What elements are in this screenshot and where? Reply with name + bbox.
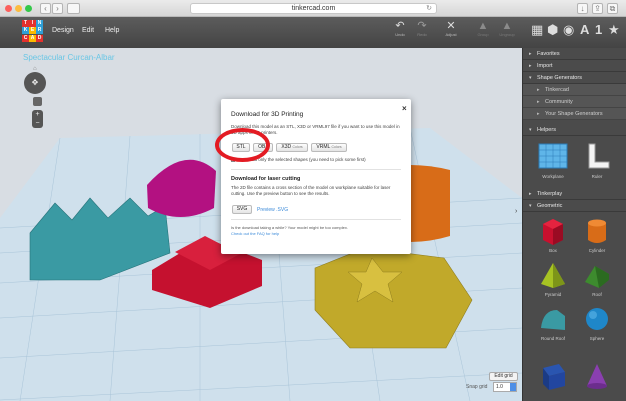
logo-tile: E (29, 27, 36, 35)
ungroup-icon: ▲ (501, 20, 513, 32)
menu-edit[interactable]: Edit (82, 27, 94, 34)
logo-tile: N (36, 20, 43, 27)
shape-cone[interactable] (577, 358, 617, 398)
roof-icon (585, 266, 609, 288)
close-icon[interactable]: × (402, 104, 407, 113)
download-vrml-button[interactable]: VRML Colors (311, 143, 347, 152)
panel-section-tinkerplay[interactable]: ▸ Tinkerplay (523, 188, 626, 200)
address-bar[interactable]: tinkercad.com ↻ (190, 3, 437, 14)
grid-view-icon[interactable]: ▦ (531, 22, 543, 38)
laser-cutting-text: The 2D file contains a cross section of … (231, 185, 391, 196)
components-view-icon[interactable]: ◉ (563, 22, 574, 38)
logo-tile: K (22, 27, 29, 35)
group-icon: ▲ (477, 20, 489, 32)
undo-icon: ↶ (395, 20, 405, 32)
helper-workplane[interactable]: Workplane (533, 140, 573, 180)
panel-section-favorites[interactable]: ▸ Favorites (523, 48, 626, 60)
zoom-window-button[interactable] (25, 5, 32, 12)
download-dialog: Download for 3D Printing × Download this… (221, 99, 411, 254)
logo-tile: C (22, 34, 29, 42)
logo-tile: D (36, 34, 43, 42)
fit-view-button[interactable] (33, 97, 42, 106)
share-icon[interactable]: ⇪ (592, 3, 603, 14)
box-icon (543, 219, 563, 245)
url-text: tinkercad.com (291, 5, 336, 12)
edit-grid-button[interactable]: Edit grid (489, 372, 518, 381)
snap-grid-label: Snap grid (466, 384, 488, 390)
dialog-divider-bottom (231, 219, 401, 220)
zoom-control[interactable]: + − (32, 110, 43, 128)
laser-cutting-heading: Download for laser cutting (231, 176, 301, 182)
cylinder-icon (588, 219, 606, 243)
minimize-window-button[interactable] (15, 5, 22, 12)
undo-button[interactable]: ↶ Undo (389, 20, 411, 37)
annotation-highlight-circle (215, 128, 270, 162)
workplane-icon (538, 143, 568, 169)
dialog-divider (231, 169, 401, 170)
shape-round-roof[interactable]: Round Roof (533, 302, 573, 342)
cube-icon (543, 364, 565, 390)
forward-button[interactable]: › (52, 3, 63, 14)
dialog-note: Is the download taking a while? Your mod… (231, 225, 348, 230)
pyramid-icon (541, 263, 565, 288)
shapes-panel: ▸ Favorites ▸ Import ▾ Shape Generators ▸ Ti… (522, 48, 626, 401)
helper-ruler[interactable]: Ruler (577, 140, 617, 180)
dialog-title: Download for 3D Printing (231, 111, 304, 118)
number-view-icon[interactable]: 1 (595, 22, 602, 37)
round-roof-icon (541, 310, 565, 330)
generator-item-community[interactable]: ▸ Community (523, 96, 626, 108)
browser-toolbar: ‹ › tinkercad.com ↻ ↓ ⇪ ⧉ (0, 0, 626, 17)
adjust-icon: ✕ (446, 20, 456, 32)
zoom-in-icon[interactable]: + (32, 110, 43, 119)
panel-section-helpers[interactable]: ▾ Helpers (523, 124, 626, 136)
shape-cylinder[interactable]: Cylinder (577, 214, 617, 254)
snap-grid-select[interactable]: 1.0 (493, 382, 517, 392)
generator-item-tinkercad[interactable]: ▸ Tinkercad (523, 84, 626, 96)
ruler-icon (588, 143, 610, 169)
menu-design[interactable]: Design (52, 27, 74, 34)
back-button[interactable]: ‹ (40, 3, 51, 14)
tinkercad-logo[interactable]: TINKERCAD (22, 20, 44, 42)
ungroup-button[interactable]: ▲ Ungroup (496, 20, 518, 37)
project-title[interactable]: Spectacular Curcan-Albar (23, 53, 115, 62)
group-button[interactable]: ▲ Group (472, 20, 494, 37)
shape-roof[interactable]: Roof (577, 258, 617, 298)
shapes-view-icon[interactable]: ⬢ (547, 22, 558, 38)
panel-section-shape-generators[interactable]: ▾ Shape Generators (523, 72, 626, 84)
star-view-icon[interactable]: ★ (608, 22, 620, 38)
shape-cube-blue[interactable] (533, 358, 573, 398)
download-icon[interactable]: ↓ (577, 3, 588, 14)
generator-item-your-shape-generators[interactable]: ▸ Your Shape Generators (523, 108, 626, 120)
sidebar-toggle-icon[interactable] (67, 3, 80, 14)
close-window-button[interactable] (5, 5, 12, 12)
orbit-control-icon[interactable]: ✥ (24, 72, 46, 94)
logo-tile: I (29, 20, 36, 27)
sphere-icon (586, 308, 608, 330)
text-view-icon[interactable]: A (580, 22, 589, 37)
dropdown-arrow-icon (510, 383, 516, 391)
shape-pyramid[interactable]: Pyramid (533, 258, 573, 298)
redo-icon: ↷ (417, 20, 427, 32)
logo-tile: T (22, 20, 29, 27)
redo-button[interactable]: ↷ Redo (411, 20, 433, 37)
shape-box[interactable]: Box (533, 214, 573, 254)
download-svg-button[interactable]: SVG (232, 205, 252, 214)
download-x3d-button[interactable]: X3D Colors (276, 143, 308, 152)
panel-section-import[interactable]: ▸ Import (523, 60, 626, 72)
panel-section-geometric[interactable]: ▾ Geometric (523, 200, 626, 212)
faq-link[interactable]: Check out the FAQ for help (231, 231, 279, 236)
logo-tile: A (29, 34, 36, 42)
zoom-out-icon[interactable]: − (32, 119, 43, 128)
menu-help[interactable]: Help (105, 27, 119, 34)
preview-svg-link[interactable]: Preview .SVG (257, 207, 288, 213)
tabs-icon[interactable]: ⧉ (607, 3, 618, 14)
cone-icon (587, 364, 607, 389)
logo-tile: R (36, 27, 43, 35)
adjust-button[interactable]: ✕ Adjust (440, 20, 462, 37)
browser-window: ‹ › tinkercad.com ↻ ↓ ⇪ ⧉ TINKERCAD Desi… (0, 0, 626, 401)
reload-icon[interactable]: ↻ (426, 4, 432, 13)
shape-sphere[interactable]: Sphere (577, 302, 617, 342)
